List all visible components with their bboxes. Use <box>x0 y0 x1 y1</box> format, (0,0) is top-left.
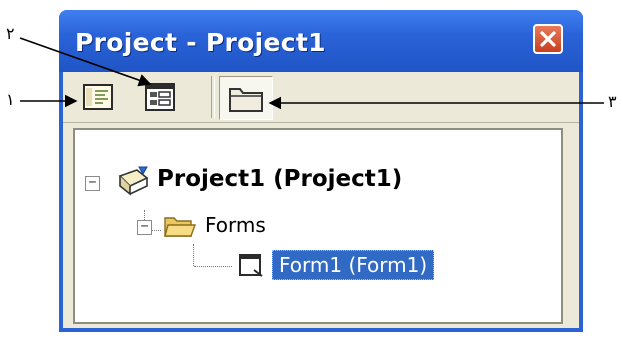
folder-open-icon <box>164 217 196 237</box>
toggle-folders-button[interactable] <box>219 76 273 120</box>
tree-connector <box>193 244 194 266</box>
collapse-toggle-project[interactable]: − <box>85 176 100 191</box>
project-tree[interactable]: − Project1 (Project1) − Forms Form1 (For… <box>73 128 563 324</box>
callout-label-1: ١ <box>6 90 15 109</box>
form1-node[interactable]: Form1 (Form1) <box>232 248 482 282</box>
view-code-icon <box>83 84 113 110</box>
collapse-toggle-forms[interactable]: − <box>137 220 152 235</box>
project-icon <box>118 166 149 196</box>
view-code-button[interactable] <box>81 80 115 114</box>
forms-label: Forms <box>205 213 266 237</box>
form1-label: Form1 (Form1) <box>272 250 435 280</box>
close-button[interactable] <box>533 24 563 54</box>
toolbar-separator <box>211 76 215 118</box>
tree-connector <box>194 266 232 267</box>
project-explorer-window: Project - Project1 − Project1 (Project1)… <box>59 10 583 332</box>
callout-label-2: ٢ <box>6 24 15 43</box>
view-object-button[interactable] <box>143 80 177 114</box>
folder-icon <box>229 88 263 112</box>
toolbar <box>63 72 579 123</box>
window-title: Project - Project1 <box>75 28 326 57</box>
callout-label-3: ٣ <box>608 92 617 111</box>
project-node[interactable]: Project1 (Project1) <box>109 164 469 198</box>
title-bar[interactable]: Project - Project1 <box>59 10 583 72</box>
project-label: Project1 (Project1) <box>157 166 403 192</box>
forms-folder-node[interactable]: Forms <box>159 210 329 242</box>
form-icon <box>239 254 263 277</box>
close-icon <box>540 31 556 47</box>
view-object-icon <box>145 83 175 111</box>
